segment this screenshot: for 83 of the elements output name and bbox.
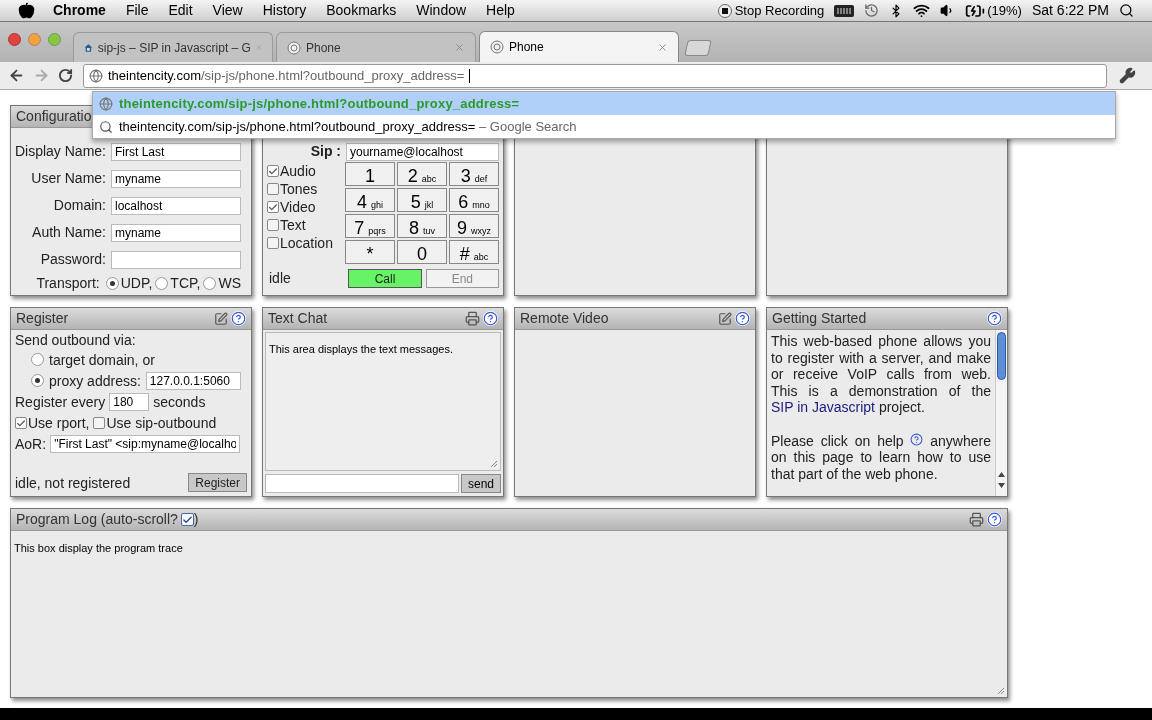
radio-label: proxy address: (49, 371, 141, 390)
keypad-key[interactable]: 5 jkl (397, 188, 447, 212)
input-field[interactable]: 180 (109, 393, 150, 411)
suggestion-text: theintencity.com/sip-js/phone.html?outbound_proxy_address= – Google Search (119, 117, 577, 136)
panel-title: Remote Video (520, 309, 609, 328)
field-label: Send outbound via: (15, 331, 137, 349)
menu-item[interactable]: Window (416, 0, 467, 21)
keypad-key[interactable]: 0 (397, 240, 447, 264)
browser-tab[interactable]: sip-js – SIP in Javascript – G (73, 32, 273, 62)
clock-text[interactable]: Sat 6:22 PM (1031, 0, 1109, 21)
input-field[interactable]: myname (111, 169, 241, 188)
field-label: AoR: (15, 435, 47, 453)
input-field[interactable]: myname (111, 223, 241, 242)
input-field[interactable]: yourname@localhost (346, 142, 499, 161)
keypad-key[interactable]: 6 mno (449, 188, 499, 212)
address-bar[interactable]: theintencity.com/sip-js/phone.html?outbound_proxy_address= (83, 63, 1107, 88)
menu-item[interactable]: File (125, 0, 149, 21)
stop-recording-button[interactable]: Stop Recording (717, 0, 825, 21)
input-field[interactable]: 127.0.0.1:5060 (145, 371, 241, 390)
menu-item[interactable]: View (212, 0, 243, 21)
panel-title: Configuratio (16, 107, 92, 126)
field-label: Register every (15, 393, 106, 411)
field-label: Password: (40, 250, 106, 269)
field-label: Sip : (310, 142, 341, 161)
app-menu[interactable]: Chrome (53, 0, 106, 21)
suggestion-text: theintencity.com/sip-js/phone.html?outbound_proxy_address= (119, 94, 520, 113)
field-label: Domain: (53, 196, 106, 215)
browser-tab[interactable]: Phone (276, 32, 476, 62)
field-label: Transport: (36, 274, 100, 293)
menu-item[interactable]: History (262, 0, 307, 21)
checkbox-label: Tones (280, 179, 318, 199)
keypad-key[interactable]: 8 tuv (397, 214, 447, 238)
menu-item[interactable]: Bookmarks (326, 0, 397, 21)
checkbox-label: Use sip-outbound (106, 414, 217, 432)
input-field[interactable]: localhost (111, 196, 241, 215)
call-status: idle (268, 269, 292, 288)
suggestion-item[interactable]: theintencity.com/sip-js/phone.html?outbound_proxy_address= – Google Search (93, 115, 1115, 138)
tab-title: Phone (509, 39, 544, 56)
radio-label: WS (218, 274, 241, 293)
radio-label: UDP, (120, 274, 153, 293)
keypad-key[interactable]: 1 (345, 162, 395, 186)
field-label: Display Name: (14, 142, 106, 161)
keypad-key[interactable]: 7 pqrs (345, 214, 395, 238)
tab-title: Phone (306, 39, 341, 57)
panel-title: Getting Started (772, 309, 867, 328)
help-paragraph: Please click on help anywhere on this page to learn how to use that part of the web phone. (771, 432, 991, 482)
address-text: theintencity.com/sip-js/phone.html?outbound_proxy_address= (108, 66, 465, 85)
message-area[interactable]: This area displays the text messages. (265, 332, 501, 471)
keypad-key[interactable]: 3 def (449, 162, 499, 186)
keypad-key[interactable]: # abc (449, 240, 499, 264)
checkbox-label: Use rport, (28, 414, 90, 432)
radio-label: target domain, or (49, 350, 155, 369)
register-button[interactable]: Register (188, 473, 247, 492)
message-placeholder: This area displays the text messages. (269, 343, 454, 355)
keypad-key[interactable]: 4 ghi (345, 188, 395, 212)
checkbox-label: Text (280, 215, 306, 235)
menu-item[interactable]: Help (486, 0, 515, 21)
intro-paragraph: This web-based phone allows you to register with a server, and make or receive VoIP calls from web. This is a demonstration of the SIP in Javascript project. (771, 333, 991, 416)
call-control-button[interactable]: Call (348, 269, 422, 288)
panel-title: Program Log (auto-scroll? (16, 510, 178, 529)
panel-title: Register (16, 309, 69, 328)
field-label: seconds (153, 393, 206, 411)
input-field[interactable]: "First Last" <sip:myname@localho (50, 435, 241, 453)
checkbox-label: Audio (280, 161, 316, 181)
registration-status: idle, not registered (15, 473, 131, 492)
checkbox-label: Location (280, 233, 333, 253)
log-text: This box display the program trace (14, 542, 183, 554)
browser-tab[interactable]: Phone (479, 31, 679, 62)
tab-title: sip-js – SIP in Javascript – G (97, 39, 251, 57)
input-field[interactable]: First Last (111, 142, 241, 161)
send-button[interactable]: send (461, 474, 501, 493)
keypad-key[interactable]: 2 abc (397, 162, 447, 186)
radio-label: TCP, (170, 274, 201, 293)
field-label: Auth Name: (32, 223, 106, 242)
field-label: User Name: (31, 169, 106, 188)
menu-item[interactable]: Edit (168, 0, 193, 21)
project-link[interactable]: SIP in Javascript (771, 399, 875, 415)
checkbox-label: Video (280, 197, 316, 217)
keypad-key[interactable]: * (345, 240, 395, 264)
panel-title-end: ) (193, 510, 199, 529)
battery-percent: (19%) (987, 1, 1022, 20)
panel-title: Text Chat (268, 309, 328, 328)
keypad-key[interactable]: 9 wxyz (449, 214, 499, 238)
